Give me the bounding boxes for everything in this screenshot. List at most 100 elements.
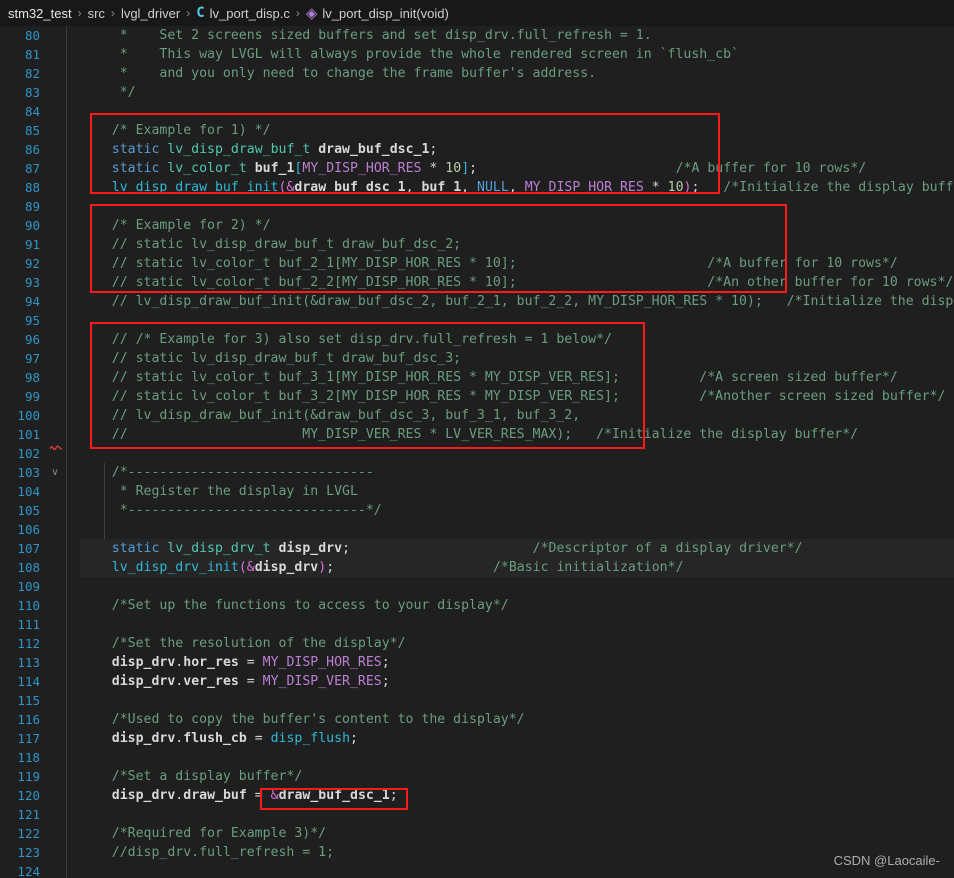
line-number: 82 (24, 66, 40, 81)
code-token: = (246, 731, 271, 746)
breadcrumb-separator-icon: › (77, 6, 82, 20)
code-token: = (238, 674, 263, 689)
code-token: // static lv_disp_draw_buf_t draw_buf_ds… (80, 237, 462, 252)
code-line[interactable] (80, 197, 954, 216)
code-line[interactable]: /*Set up the functions to access to your… (80, 596, 954, 615)
code-line[interactable]: // lv_disp_draw_buf_init(&draw_buf_dsc_2… (80, 292, 954, 311)
code-token: 10 (667, 180, 684, 195)
breadcrumb-separator-icon: › (110, 6, 115, 20)
code-line[interactable] (80, 615, 954, 634)
code-token: * and you only need to change the frame … (80, 66, 597, 81)
line-number: 88 (24, 180, 40, 195)
line-number: 101 (17, 427, 40, 442)
breadcrumb-item-project[interactable]: stm32_test (8, 6, 72, 21)
code-token: ; (429, 142, 438, 157)
code-line[interactable]: static lv_disp_draw_buf_t draw_buf_dsc_1… (80, 140, 954, 159)
code-token: * (421, 161, 446, 176)
code-token: disp_drv (278, 541, 343, 556)
code-token: , (508, 180, 525, 195)
fold-chevron-icon[interactable]: ∨ (50, 463, 60, 482)
breadcrumb-item-src[interactable]: src (88, 6, 105, 21)
code-line[interactable] (80, 520, 954, 539)
code-line[interactable]: disp_drv.flush_cb = disp_flush; (80, 729, 954, 748)
code-line[interactable]: lv_disp_draw_buf_init(&draw_buf_dsc_1, b… (80, 178, 954, 197)
code-line[interactable] (80, 748, 954, 767)
code-token: /*A screen sized buffer*/ (699, 370, 898, 385)
code-line[interactable]: // MY_DISP_VER_RES * LV_VER_RES_MAX); /*… (80, 425, 954, 444)
code-line[interactable]: * Set 2 screens sized buffers and set di… (80, 26, 954, 45)
breadcrumb-item-file[interactable]: lv_port_disp.c (210, 6, 290, 21)
code-editor[interactable]: 80 81 82 83 84 85 86 87 88 89 90 91 92 93 94 95 96 97 98 99… (0, 26, 954, 878)
code-token: ] (461, 161, 470, 176)
code-line[interactable] (80, 691, 954, 710)
code-token: draw_buf_dsc_1 (278, 788, 390, 803)
code-token: disp_drv (254, 560, 319, 575)
code-content[interactable]: * Set 2 screens sized buffers and set di… (66, 26, 954, 878)
code-token: MY_DISP_HOR_RES (262, 655, 382, 670)
code-line[interactable]: disp_drv.hor_res = MY_DISP_HOR_RES; (80, 653, 954, 672)
code-token: & (246, 560, 255, 575)
code-line[interactable]: // static lv_disp_draw_buf_t draw_buf_ds… (80, 235, 954, 254)
code-token: disp_drv (111, 788, 176, 803)
code-token: * (80, 28, 136, 43)
code-token: & (270, 788, 279, 803)
code-token: /*Set a display buffer*/ (80, 769, 303, 784)
line-number: 106 (17, 522, 40, 537)
code-token: /*Used to copy the buffer's content to t… (80, 712, 525, 727)
code-line[interactable]: /* Example for 2) */ (80, 216, 954, 235)
line-number: 119 (17, 769, 40, 784)
code-token: ; (381, 674, 390, 689)
line-number: 108 (17, 560, 40, 575)
code-line[interactable]: static lv_color_t buf_1[MY_DISP_HOR_RES … (80, 159, 954, 178)
code-line[interactable]: * Register the display in LVGL (80, 482, 954, 501)
line-number: 116 (17, 712, 40, 727)
code-line[interactable]: */ (80, 83, 954, 102)
code-line[interactable]: //disp_drv.full_refresh = 1; (80, 843, 954, 862)
fold-decoration-column[interactable]: ∨ (46, 26, 64, 878)
code-line[interactable]: // static lv_color_t buf_2_2[MY_DISP_HOR… (80, 273, 954, 292)
breadcrumb-item-symbol[interactable]: lv_port_disp_init(void) (322, 6, 448, 21)
code-line[interactable]: // lv_disp_draw_buf_init(&draw_buf_dsc_3… (80, 406, 954, 425)
line-number: 98 (24, 370, 40, 385)
code-line[interactable]: *------------------------------*/ (80, 501, 954, 520)
code-line[interactable] (80, 577, 954, 596)
code-line[interactable]: /*Set a display buffer*/ (80, 767, 954, 786)
code-line[interactable]: /*Used to copy the buffer's content to t… (80, 710, 954, 729)
symbol-cube-icon: ◈ (305, 4, 318, 22)
code-line[interactable]: * and you only need to change the frame … (80, 64, 954, 83)
line-number: 91 (24, 237, 40, 252)
code-line[interactable]: * This way LVGL will always provide the … (80, 45, 954, 64)
code-line[interactable] (80, 444, 954, 463)
breadcrumb[interactable]: stm32_test › src › lvgl_driver › C lv_po… (0, 0, 954, 26)
code-line[interactable]: // static lv_color_t buf_2_1[MY_DISP_HOR… (80, 254, 954, 273)
code-line[interactable] (80, 862, 954, 878)
vscode-window: stm32_test › src › lvgl_driver › C lv_po… (0, 0, 954, 878)
breadcrumb-item-lvgl-driver[interactable]: lvgl_driver (121, 6, 180, 21)
code-line[interactable] (80, 102, 954, 121)
line-number: 104 (17, 484, 40, 499)
line-number-gutter: 80 81 82 83 84 85 86 87 88 89 90 91 92 93 94 95 96 97 98 99… (0, 26, 46, 878)
code-line[interactable]: // static lv_disp_draw_buf_t draw_buf_ds… (80, 349, 954, 368)
code-token: /* Example for 2) */ (80, 218, 271, 233)
code-line[interactable]: static lv_disp_drv_t disp_drv; /*Descrip… (80, 539, 954, 558)
code-line[interactable] (80, 805, 954, 824)
code-line[interactable]: // static lv_color_t buf_3_2[MY_DISP_HOR… (80, 387, 954, 406)
code-token: /*Initialize the display buffer*/ (723, 180, 954, 195)
code-line[interactable]: lv_disp_drv_init(&disp_drv); /*Basic ini… (80, 558, 954, 577)
code-line[interactable]: // /* Example for 3) also set disp_drv.f… (80, 330, 954, 349)
code-line[interactable]: /*------------------------------- (80, 463, 954, 482)
code-token: lv_disp_draw_buf_t (167, 142, 311, 157)
code-line[interactable]: // static lv_color_t buf_3_1[MY_DISP_HOR… (80, 368, 954, 387)
code-line[interactable] (80, 311, 954, 330)
line-number: 117 (17, 731, 40, 746)
code-line[interactable]: disp_drv.draw_buf = &draw_buf_dsc_1; (80, 786, 954, 805)
code-token: //disp_drv.full_refresh = 1; (80, 845, 335, 860)
code-token: /*Basic initialization*/ (492, 560, 684, 575)
code-line[interactable]: /* Example for 1) */ (80, 121, 954, 140)
code-line[interactable]: disp_drv.ver_res = MY_DISP_VER_RES; (80, 672, 954, 691)
code-line[interactable]: /*Required for Example 3)*/ (80, 824, 954, 843)
code-line[interactable]: /*Set the resolution of the display*/ (80, 634, 954, 653)
